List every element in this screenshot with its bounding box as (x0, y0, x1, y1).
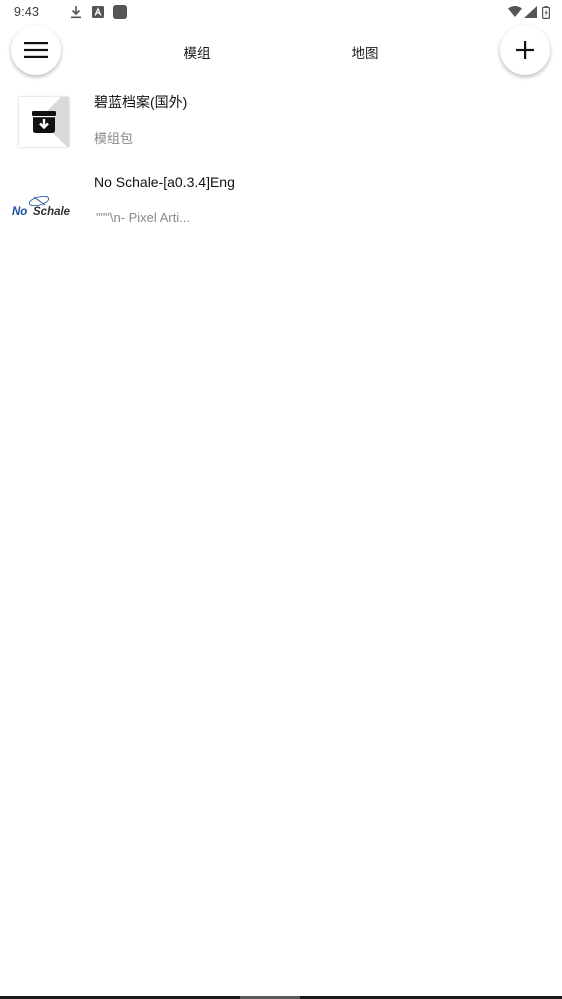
item-thumbnail (12, 92, 76, 156)
list-item[interactable]: 碧蓝档案(国外) 模组包 (0, 86, 562, 166)
tab-mods[interactable]: 模组 (157, 42, 237, 61)
archive-download-icon (32, 111, 56, 133)
download-icon (71, 6, 81, 19)
menu-button[interactable] (11, 25, 61, 75)
add-button[interactable] (500, 25, 550, 75)
status-bar: 9:43 (0, 0, 562, 24)
battery-icon (542, 5, 550, 19)
hamburger-menu-icon (24, 42, 48, 58)
item-title: No Schale-[a0.3.4]Eng (94, 174, 235, 190)
cell-signal-icon (524, 6, 537, 18)
svg-text:Schale: Schale (33, 206, 71, 218)
no-schale-logo: No Schale (12, 195, 71, 218)
svg-text:No: No (12, 206, 27, 218)
item-thumbnail: No Schale (12, 174, 76, 238)
tab-maps[interactable]: 地图 (325, 42, 405, 61)
item-subtitle: """\n- Pixel Arti... (96, 210, 191, 225)
status-time: 9:43 (14, 5, 40, 19)
archive-card (19, 97, 69, 147)
font-a-icon (92, 6, 104, 18)
list-item[interactable]: No Schale No Schale-[a0.3.4]Eng """\n- P… (0, 168, 562, 248)
wifi-icon (508, 6, 522, 17)
app-square-icon (113, 5, 127, 19)
status-right-icons (508, 4, 550, 20)
plus-icon (516, 41, 534, 59)
status-left-icons (70, 4, 127, 20)
item-subtitle: 模组包 (94, 131, 134, 146)
item-title: 碧蓝档案(国外) (94, 94, 188, 110)
